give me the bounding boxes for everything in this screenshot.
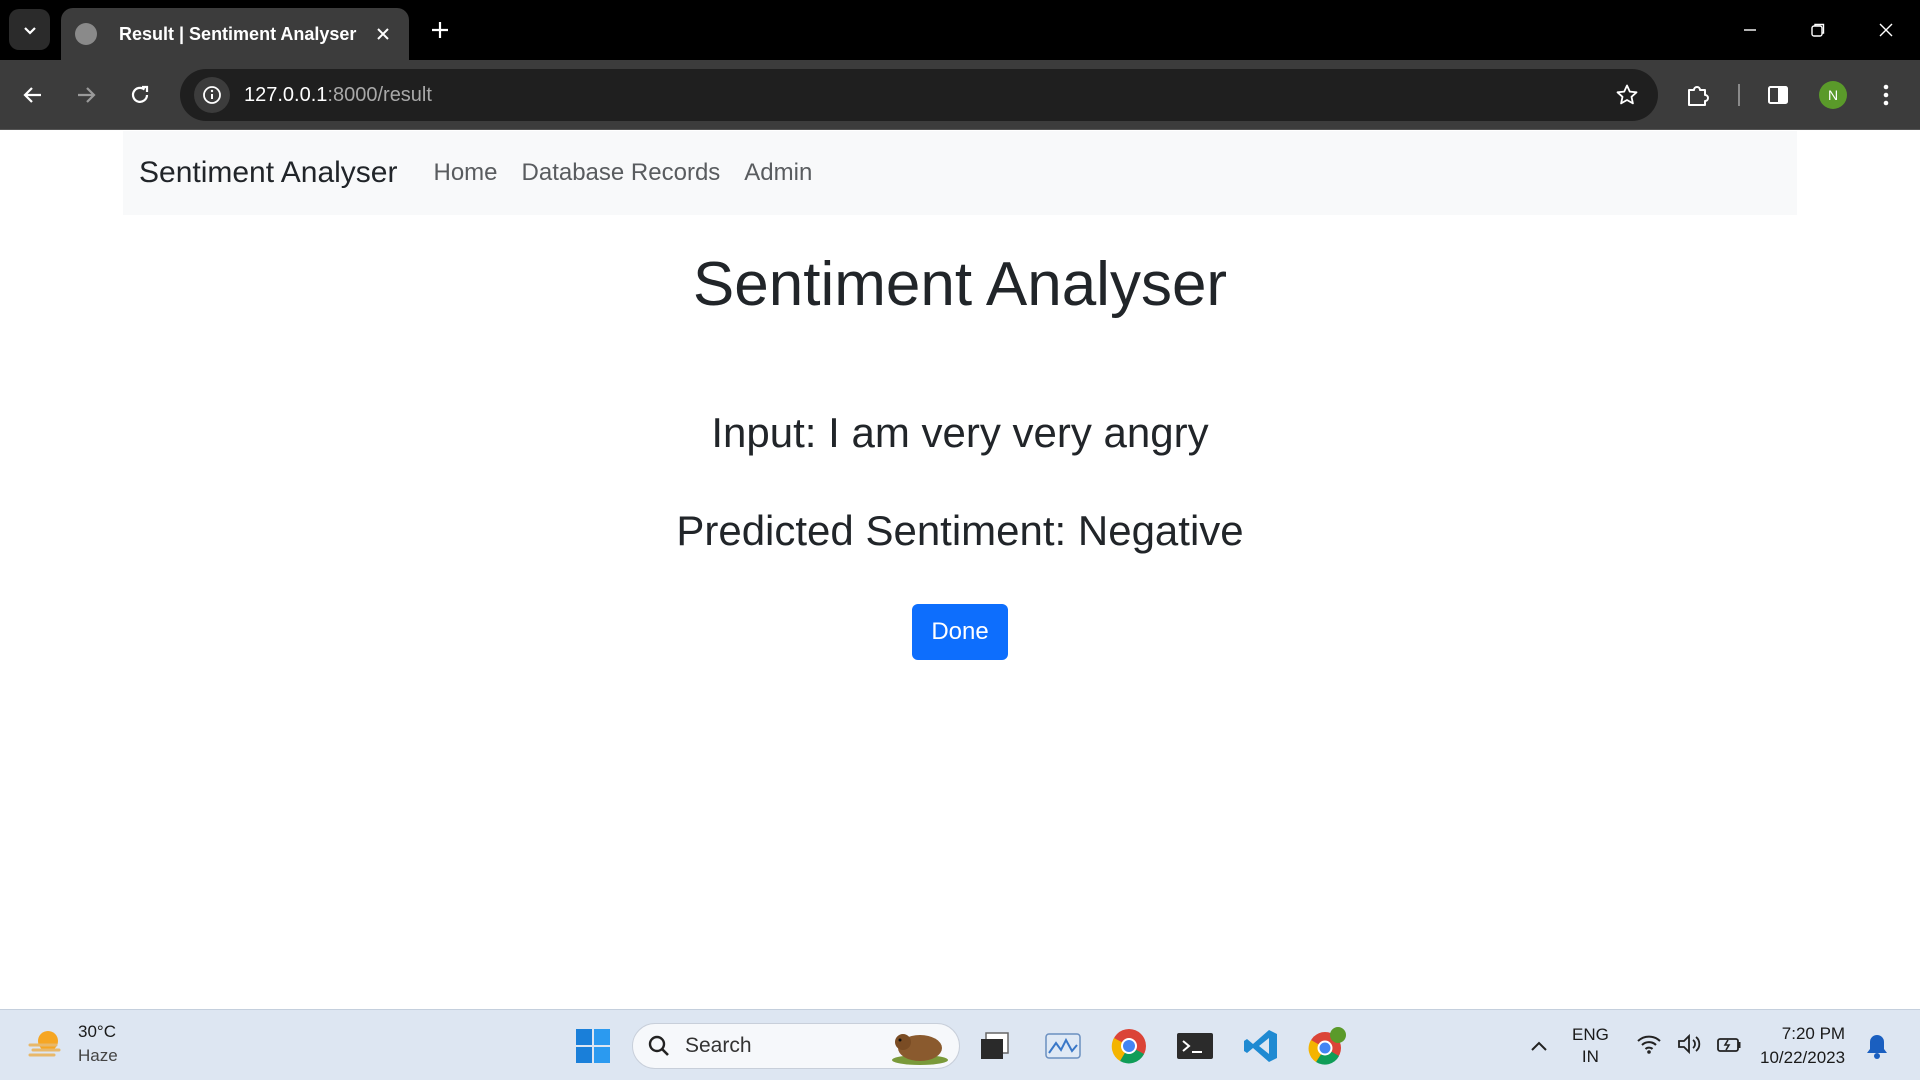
side-panel-icon [1768,86,1788,104]
address-bar[interactable]: 127.0.0.1:8000/result [180,69,1658,121]
windows-taskbar: 30°C Haze Search ENG IN 7:20 PM 10/22/20… [0,1009,1920,1080]
chrome-profile-icon[interactable] [1306,1025,1348,1067]
page-title: Sentiment Analyser [692,250,1228,319]
tab-title: Result | Sentiment Analyser [119,23,357,44]
minimize-button[interactable] [1716,0,1784,60]
haze-sun-icon [28,1031,61,1057]
star-icon [1616,84,1638,105]
plus-icon [432,22,448,38]
nav-link-home[interactable]: Home [433,159,497,187]
region-code: IN [1581,1047,1599,1066]
puzzle-icon [1688,86,1709,106]
volume-icon [1678,1033,1701,1055]
language-indicator[interactable]: ENG IN [1572,1024,1609,1068]
system-tray[interactable] [1636,1032,1742,1056]
site-info-button[interactable] [194,77,230,113]
terminal-icon[interactable] [1174,1025,1216,1067]
chevron-down-icon [23,26,36,35]
wifi-icon [1637,1035,1661,1054]
minimize-icon [1744,29,1756,31]
language-code: ENG [1572,1025,1609,1044]
site-navbar: Sentiment Analyser Home Database Records… [123,131,1797,215]
profile-avatar[interactable]: N [1819,81,1847,109]
url-host: 127.0.0.1 [244,83,328,106]
weather-widget[interactable]: 30°C Haze [26,1020,118,1068]
globe-icon [75,23,97,45]
restore-icon [1811,23,1825,37]
file-explorer-icon[interactable] [974,1025,1016,1067]
active-tab[interactable]: Result | Sentiment Analyser [61,8,409,60]
menu-button[interactable] [1868,77,1904,113]
more-vert-icon [1883,84,1889,106]
clock-date: 10/22/2023 [1760,1048,1846,1067]
done-button[interactable]: Done [912,604,1008,660]
predicted-sentiment-line: Predicted Sentiment: Negative [676,507,1244,554]
extensions-button[interactable] [1680,77,1716,113]
bookmark-button[interactable] [1610,78,1644,112]
reload-icon [131,85,149,103]
taskbar-search[interactable]: Search [632,1023,960,1069]
browser-toolbar: 127.0.0.1:8000/result N [0,60,1920,130]
close-icon [377,28,389,40]
search-placeholder: Search [685,1034,752,1057]
vscode-icon[interactable] [1240,1025,1282,1067]
nav-link-database-records[interactable]: Database Records [522,159,721,187]
weather-condition: Haze [78,1046,118,1065]
windows-start-icon[interactable] [574,1027,612,1065]
battery-icon [1717,1038,1741,1052]
close-icon [1879,23,1893,37]
clock-time: 7:20 PM [1781,1024,1846,1043]
side-panel-button[interactable] [1760,77,1796,113]
tab-close-button[interactable] [371,22,395,46]
restore-button[interactable] [1784,0,1852,60]
chrome-icon[interactable] [1108,1025,1150,1067]
wombat-highlight-icon [892,1034,948,1065]
arrow-right-icon [78,87,96,103]
notification-bell-icon[interactable] [1864,1032,1890,1060]
system-clock[interactable]: 7:20 PM 10/22/2023 [1760,1022,1845,1070]
reload-button[interactable] [122,77,158,113]
arrow-left-icon [23,87,41,103]
nav-link-admin[interactable]: Admin [744,159,812,187]
photos-icon[interactable] [1042,1025,1084,1067]
input-text-line: Input: I am very very angry [711,409,1209,456]
tab-search-button[interactable] [9,9,50,50]
new-tab-button[interactable] [424,14,456,46]
navbar-brand[interactable]: Sentiment Analyser [139,156,397,190]
url-path: :8000/result [327,83,432,106]
window-controls [1716,0,1920,60]
toolbar-divider [1738,84,1740,106]
info-icon [203,86,221,104]
back-button[interactable] [15,77,51,113]
browser-tab-strip: Result | Sentiment Analyser [0,0,1920,60]
forward-button[interactable] [68,77,104,113]
chevron-up-icon[interactable] [1525,1032,1553,1060]
search-icon [648,1035,669,1056]
close-window-button[interactable] [1852,0,1920,60]
web-page: Sentiment Analyser Home Database Records… [0,131,1920,1009]
weather-temperature: 30°C [78,1022,116,1041]
